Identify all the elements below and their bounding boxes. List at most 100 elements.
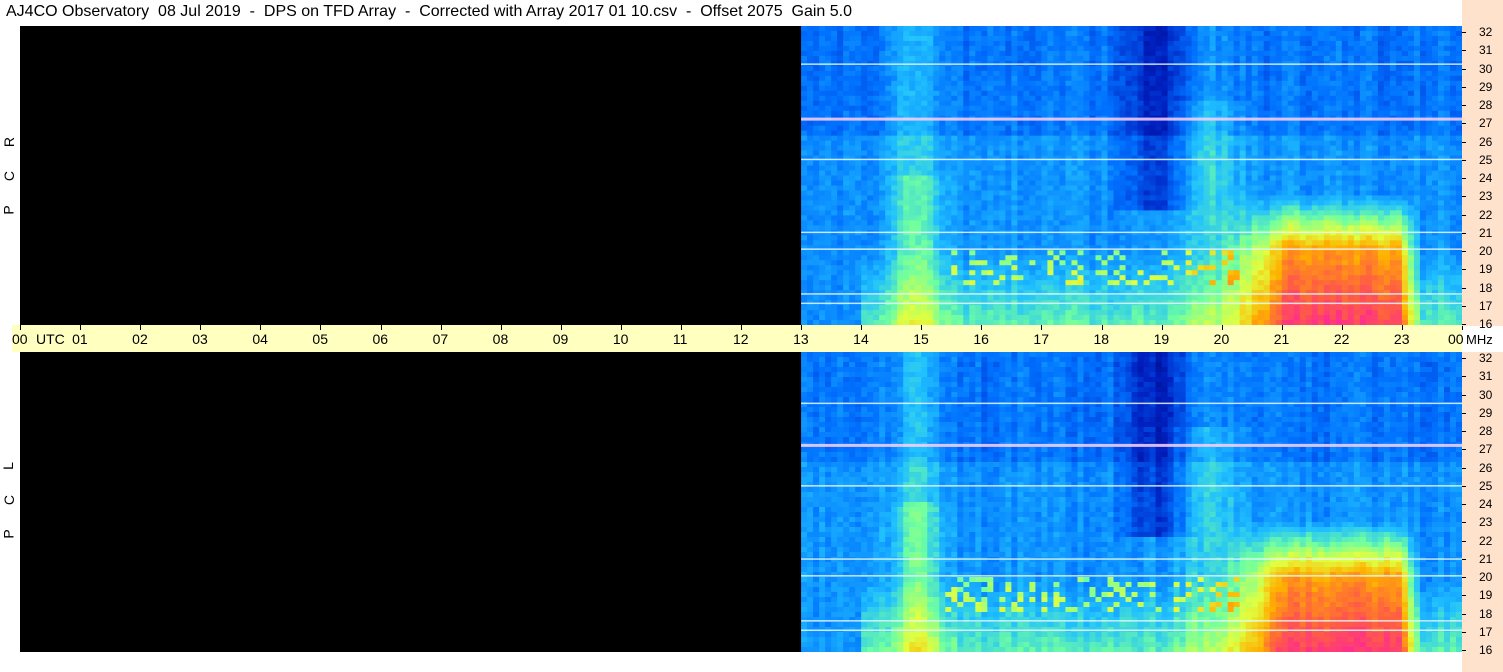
- heatmap-cell: [855, 175, 862, 182]
- heatmap-cell: [1095, 160, 1103, 167]
- heatmap-cell: [1047, 45, 1055, 52]
- heatmap-cell: [1077, 30, 1085, 37]
- heatmap-cell: [813, 135, 820, 142]
- heatmap-cell: [939, 125, 946, 132]
- heatmap-cell: [1023, 95, 1030, 102]
- heatmap-cell: [1227, 90, 1235, 97]
- heatmap-cell: [963, 150, 970, 157]
- heatmap-cell: [1005, 195, 1012, 202]
- heatmap-cell: [1119, 240, 1127, 246]
- heatmap-cell: [1173, 45, 1181, 52]
- heatmap-cell: [933, 170, 940, 177]
- heatmap-cell: [1131, 120, 1139, 127]
- heatmap-cell: [1131, 45, 1139, 52]
- heatmap-cell: [825, 185, 832, 192]
- heatmap-cell: [1089, 145, 1097, 152]
- heatmap-cell: [1167, 205, 1175, 211]
- heatmap-cell: [1101, 135, 1109, 142]
- heatmap-cell: [1065, 315, 1073, 321]
- heatmap-cell: [1017, 55, 1024, 62]
- heatmap-cell: [1113, 195, 1121, 202]
- heatmap-cell: [963, 90, 970, 97]
- heatmap-cell: [1203, 245, 1211, 251]
- heatmap-cell: [1071, 135, 1079, 142]
- heatmap-cell: [849, 50, 856, 57]
- heatmap-cell: [867, 165, 874, 172]
- heatmap-cell: [993, 65, 1000, 72]
- heatmap-cell: [1107, 185, 1115, 192]
- heatmap-cell: [1137, 245, 1145, 251]
- heatmap-cell: [1197, 260, 1205, 266]
- heatmap-cell: [1125, 55, 1133, 62]
- heatmap-cell: [1191, 155, 1199, 162]
- heatmap-cell: [855, 275, 862, 281]
- heatmap-cell: [903, 260, 910, 266]
- heatmap-cell: [1011, 265, 1018, 271]
- heatmap-cell: [867, 135, 874, 142]
- heatmap-cell: [1023, 50, 1030, 57]
- heatmap-cell: [1167, 245, 1175, 251]
- heatmap-cell: [1155, 130, 1163, 137]
- heatmap-cell: [981, 120, 988, 127]
- heatmap-cell: [1251, 135, 1259, 142]
- lcp-label-p: P: [0, 529, 17, 539]
- heatmap-cell: [975, 145, 982, 152]
- heatmap-cell: [867, 26, 874, 32]
- heatmap-cell: [1245, 85, 1253, 92]
- heatmap-cell: [975, 55, 982, 62]
- heatmap-cell: [909, 225, 916, 231]
- heatmap-cell: [1125, 50, 1133, 57]
- heatmap-cell: [1059, 175, 1067, 182]
- heatmap-cell: [1065, 275, 1073, 281]
- heatmap-cell: [1167, 45, 1175, 52]
- heatmap-cell: [1143, 65, 1151, 72]
- heatmap-cell: [1053, 26, 1061, 32]
- heatmap-cell: [933, 200, 940, 206]
- heatmap-cell: [1209, 315, 1217, 321]
- heatmap-cell: [1167, 230, 1175, 236]
- heatmap-cell: [1029, 155, 1037, 162]
- heatmap-cell: [1227, 280, 1235, 286]
- heatmap-cell: [1179, 245, 1187, 251]
- heatmap-cell: [1011, 130, 1018, 137]
- heatmap-cell: [1203, 70, 1211, 77]
- heatmap-cell: [1269, 190, 1277, 197]
- heatmap-cell: [837, 35, 844, 42]
- heatmap-cell: [1287, 80, 1295, 87]
- heatmap-cell: [1215, 245, 1223, 251]
- heatmap-cell: [873, 295, 880, 301]
- heatmap-cell: [1137, 315, 1145, 321]
- heatmap-cell: [831, 145, 838, 152]
- heatmap-cell: [1215, 95, 1223, 102]
- heatmap-cell: [867, 160, 874, 167]
- heatmap-cell: [801, 275, 808, 281]
- heatmap-cell: [837, 190, 844, 197]
- heatmap-cell: [1095, 155, 1103, 162]
- heatmap-cell: [903, 310, 910, 316]
- heatmap-cell: [1143, 275, 1151, 281]
- heatmap-cell: [1221, 40, 1229, 47]
- heatmap-cell: [1095, 200, 1103, 206]
- heatmap-cell: [861, 85, 868, 92]
- heatmap-cell: [1263, 265, 1271, 271]
- heatmap-cell: [903, 50, 910, 57]
- heatmap-cell: [825, 100, 832, 107]
- heatmap-cell: [1239, 265, 1247, 271]
- heatmap-cell: [1287, 45, 1295, 52]
- heatmap-cell: [873, 150, 880, 157]
- heatmap-cell: [1071, 215, 1079, 221]
- heatmap-cell: [1089, 265, 1097, 271]
- heatmap-cell: [903, 85, 910, 92]
- heatmap-cell: [1089, 95, 1097, 102]
- heatmap-cell: [921, 240, 928, 246]
- heatmap-cell: [1053, 85, 1061, 92]
- heatmap-cell: [987, 260, 994, 266]
- heatmap-cell: [1077, 145, 1085, 152]
- heatmap-cell: [1125, 160, 1133, 167]
- heatmap-cell: [1113, 145, 1121, 152]
- heatmap-cell: [1191, 105, 1199, 112]
- heatmap-cell: [999, 260, 1006, 266]
- heatmap-cell: [957, 175, 964, 182]
- heatmap-cell: [1023, 210, 1030, 216]
- heatmap-cell: [1065, 30, 1073, 37]
